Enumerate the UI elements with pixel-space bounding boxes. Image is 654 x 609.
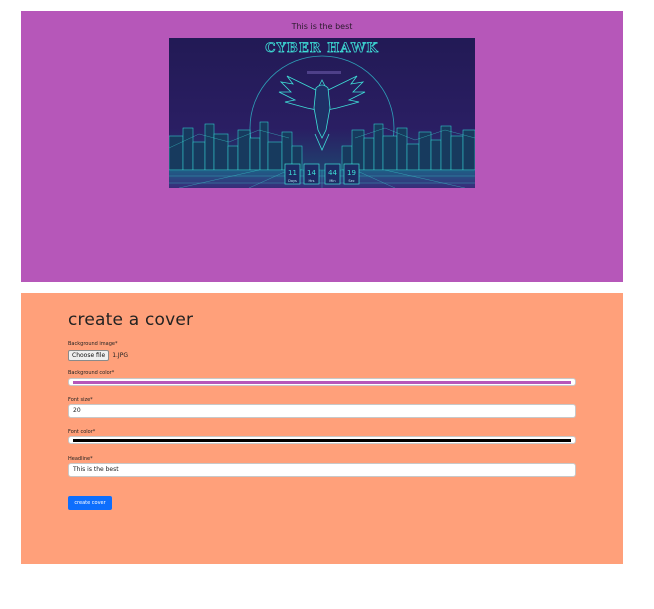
font-color-input[interactable] bbox=[68, 436, 576, 444]
font-size-input[interactable]: 20 bbox=[68, 404, 576, 418]
cover-form: create a cover Background image* Choose … bbox=[21, 293, 623, 564]
countdown-days: 11 Days bbox=[284, 163, 301, 185]
cover-title: CYBER HAWK bbox=[265, 41, 378, 56]
font-size-label: Font size* bbox=[68, 397, 93, 403]
create-cover-button[interactable]: create cover bbox=[68, 496, 112, 510]
background-color-label: Background color* bbox=[68, 370, 115, 376]
svg-text:14: 14 bbox=[307, 169, 316, 177]
file-name: 1.JPG bbox=[112, 352, 128, 359]
background-color-swatch bbox=[73, 381, 571, 384]
countdown-minutes: 44 Min bbox=[324, 163, 341, 185]
headline-input[interactable]: This is the best bbox=[68, 463, 576, 477]
font-color-swatch bbox=[73, 439, 571, 442]
svg-text:Days: Days bbox=[288, 179, 297, 183]
choose-file-button[interactable]: Choose file bbox=[68, 350, 110, 361]
svg-text:Hrs: Hrs bbox=[309, 179, 315, 183]
headline-label: Headline* bbox=[68, 456, 93, 462]
svg-text:19: 19 bbox=[347, 169, 356, 177]
cover-background-image: CYBER HAWK 11 Days 14 Hrs 44 Min 19 Sec bbox=[169, 38, 475, 188]
background-image-label: Background image* bbox=[68, 341, 118, 347]
countdown-hours: 14 Hrs bbox=[303, 163, 320, 185]
svg-text:11: 11 bbox=[288, 169, 297, 177]
background-image-input[interactable]: Choose file 1.JPG bbox=[68, 350, 128, 361]
cyber-hawk-artwork: CYBER HAWK 11 Days 14 Hrs 44 Min 19 Sec bbox=[169, 38, 475, 188]
svg-text:Sec: Sec bbox=[348, 179, 354, 183]
svg-text:44: 44 bbox=[328, 169, 337, 177]
countdown-seconds: 19 Sec bbox=[343, 163, 360, 185]
svg-text:Min: Min bbox=[329, 179, 335, 183]
form-title: create a cover bbox=[68, 310, 194, 330]
cover-headline: This is the best bbox=[291, 22, 353, 31]
cover-preview: This is the best CYBER HAWK 11 Days 14 H… bbox=[21, 11, 623, 282]
font-color-label: Font color* bbox=[68, 429, 96, 435]
background-color-input[interactable] bbox=[68, 378, 576, 386]
